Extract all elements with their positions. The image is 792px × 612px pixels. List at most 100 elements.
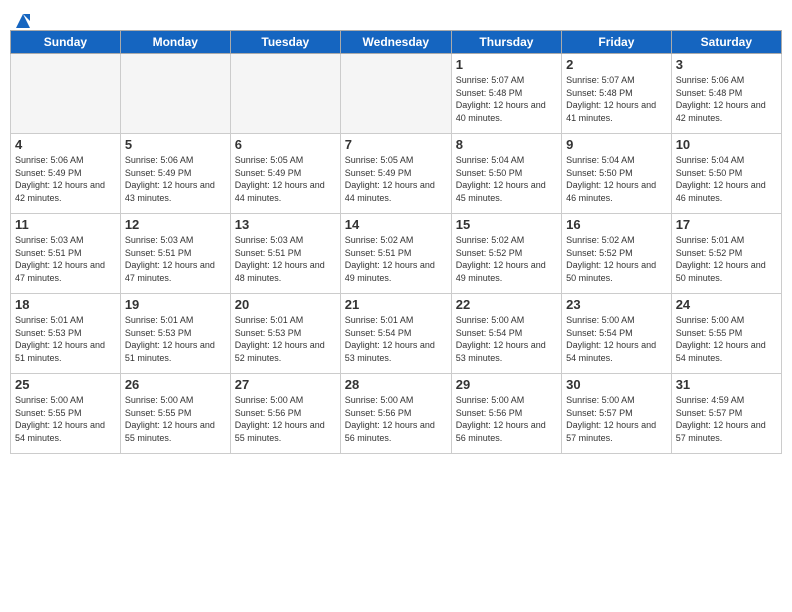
day-cell: 17 Sunrise: 5:01 AMSunset: 5:52 PMDayligh… xyxy=(671,214,781,294)
day-cell xyxy=(340,54,451,134)
day-number: 16 xyxy=(566,217,667,232)
day-info: Sunrise: 5:02 AMSunset: 5:52 PMDaylight:… xyxy=(566,234,667,284)
day-number: 20 xyxy=(235,297,336,312)
day-number: 14 xyxy=(345,217,447,232)
day-info: Sunrise: 5:00 AMSunset: 5:55 PMDaylight:… xyxy=(125,394,226,444)
day-info: Sunrise: 5:06 AMSunset: 5:49 PMDaylight:… xyxy=(15,154,116,204)
day-number: 15 xyxy=(456,217,557,232)
day-cell: 15 Sunrise: 5:02 AMSunset: 5:52 PMDayligh… xyxy=(451,214,561,294)
logo-icon xyxy=(12,10,34,32)
day-number: 17 xyxy=(676,217,777,232)
day-number: 25 xyxy=(15,377,116,392)
day-info: Sunrise: 5:00 AMSunset: 5:56 PMDaylight:… xyxy=(235,394,336,444)
day-number: 21 xyxy=(345,297,447,312)
header-wednesday: Wednesday xyxy=(340,31,451,54)
day-cell: 16 Sunrise: 5:02 AMSunset: 5:52 PMDayligh… xyxy=(562,214,672,294)
day-number: 13 xyxy=(235,217,336,232)
day-number: 26 xyxy=(125,377,226,392)
day-cell: 25Sunrise: 5:00 AMSunset: 5:55 PMDayligh… xyxy=(11,374,121,454)
day-cell: 22 Sunrise: 5:00 AMSunset: 5:54 PMDayligh… xyxy=(451,294,561,374)
day-cell: 20Sunrise: 5:01 AMSunset: 5:53 PMDayligh… xyxy=(230,294,340,374)
header-monday: Monday xyxy=(120,31,230,54)
day-cell: 4 Sunrise: 5:06 AMSunset: 5:49 PMDaylight… xyxy=(11,134,121,214)
day-info: Sunrise: 5:01 AMSunset: 5:54 PMDaylight:… xyxy=(345,314,447,364)
day-info: Sunrise: 5:05 AMSunset: 5:49 PMDaylight:… xyxy=(235,154,336,204)
day-cell: 24 Sunrise: 5:00 AMSunset: 5:55 PMDayligh… xyxy=(671,294,781,374)
day-number: 9 xyxy=(566,137,667,152)
day-info: Sunrise: 5:00 AMSunset: 5:54 PMDaylight:… xyxy=(566,314,667,364)
calendar-header-row: Sunday Monday Tuesday Wednesday Thursday… xyxy=(11,31,782,54)
day-number: 23 xyxy=(566,297,667,312)
day-number: 19 xyxy=(125,297,226,312)
day-cell: 28 Sunrise: 5:00 AMSunset: 5:56 PMDayligh… xyxy=(340,374,451,454)
day-info: Sunrise: 5:03 AMSunset: 5:51 PMDaylight:… xyxy=(125,234,226,284)
day-info: Sunrise: 5:01 AMSunset: 5:52 PMDaylight:… xyxy=(676,234,777,284)
day-info: Sunrise: 5:00 AMSunset: 5:54 PMDaylight:… xyxy=(456,314,557,364)
day-cell: 8Sunrise: 5:04 AMSunset: 5:50 PMDaylight… xyxy=(451,134,561,214)
day-info: Sunrise: 5:04 AMSunset: 5:50 PMDaylight:… xyxy=(566,154,667,204)
day-number: 7 xyxy=(345,137,447,152)
day-info: Sunrise: 5:07 AMSunset: 5:48 PMDaylight:… xyxy=(566,74,667,124)
day-info: Sunrise: 5:06 AMSunset: 5:49 PMDaylight:… xyxy=(125,154,226,204)
header-sunday: Sunday xyxy=(11,31,121,54)
day-cell: 6 Sunrise: 5:05 AMSunset: 5:49 PMDaylight… xyxy=(230,134,340,214)
day-info: Sunrise: 5:03 AMSunset: 5:51 PMDaylight:… xyxy=(15,234,116,284)
day-cell: 9 Sunrise: 5:04 AMSunset: 5:50 PMDaylight… xyxy=(562,134,672,214)
day-number: 22 xyxy=(456,297,557,312)
day-number: 1 xyxy=(456,57,557,72)
day-cell: 12 Sunrise: 5:03 AMSunset: 5:51 PMDayligh… xyxy=(120,214,230,294)
day-info: Sunrise: 5:00 AMSunset: 5:56 PMDaylight:… xyxy=(345,394,447,444)
header-saturday: Saturday xyxy=(671,31,781,54)
day-info: Sunrise: 5:05 AMSunset: 5:49 PMDaylight:… xyxy=(345,154,447,204)
day-number: 8 xyxy=(456,137,557,152)
day-number: 31 xyxy=(676,377,777,392)
day-cell: 27 Sunrise: 5:00 AMSunset: 5:56 PMDayligh… xyxy=(230,374,340,454)
day-number: 28 xyxy=(345,377,447,392)
day-number: 24 xyxy=(676,297,777,312)
day-number: 3 xyxy=(676,57,777,72)
day-info: Sunrise: 5:07 AMSunset: 5:48 PMDaylight:… xyxy=(456,74,557,124)
day-number: 27 xyxy=(235,377,336,392)
day-info: Sunrise: 5:00 AMSunset: 5:56 PMDaylight:… xyxy=(456,394,557,444)
day-info: Sunrise: 5:00 AMSunset: 5:57 PMDaylight:… xyxy=(566,394,667,444)
day-number: 10 xyxy=(676,137,777,152)
day-cell: 21 Sunrise: 5:01 AMSunset: 5:54 PMDayligh… xyxy=(340,294,451,374)
day-cell xyxy=(11,54,121,134)
header-tuesday: Tuesday xyxy=(230,31,340,54)
day-cell: 3 Sunrise: 5:06 AMSunset: 5:48 PMDaylight… xyxy=(671,54,781,134)
header-thursday: Thursday xyxy=(451,31,561,54)
week-row-1: 1 Sunrise: 5:07 AMSunset: 5:48 PMDaylight… xyxy=(11,54,782,134)
day-number: 4 xyxy=(15,137,116,152)
day-cell xyxy=(230,54,340,134)
day-cell: 2 Sunrise: 5:07 AMSunset: 5:48 PMDaylight… xyxy=(562,54,672,134)
week-row-2: 4 Sunrise: 5:06 AMSunset: 5:49 PMDaylight… xyxy=(11,134,782,214)
page: Sunday Monday Tuesday Wednesday Thursday… xyxy=(0,0,792,612)
day-cell: 10Sunrise: 5:04 AMSunset: 5:50 PMDayligh… xyxy=(671,134,781,214)
day-info: Sunrise: 4:59 AMSunset: 5:57 PMDaylight:… xyxy=(676,394,777,444)
day-number: 29 xyxy=(456,377,557,392)
day-info: Sunrise: 5:01 AMSunset: 5:53 PMDaylight:… xyxy=(125,314,226,364)
day-cell: 18Sunrise: 5:01 AMSunset: 5:53 PMDayligh… xyxy=(11,294,121,374)
day-number: 12 xyxy=(125,217,226,232)
day-info: Sunrise: 5:03 AMSunset: 5:51 PMDaylight:… xyxy=(235,234,336,284)
day-number: 6 xyxy=(235,137,336,152)
day-info: Sunrise: 5:06 AMSunset: 5:48 PMDaylight:… xyxy=(676,74,777,124)
day-cell: 26 Sunrise: 5:00 AMSunset: 5:55 PMDayligh… xyxy=(120,374,230,454)
day-info: Sunrise: 5:02 AMSunset: 5:51 PMDaylight:… xyxy=(345,234,447,284)
day-info: Sunrise: 5:01 AMSunset: 5:53 PMDaylight:… xyxy=(15,314,116,364)
day-number: 11 xyxy=(15,217,116,232)
day-info: Sunrise: 5:00 AMSunset: 5:55 PMDaylight:… xyxy=(676,314,777,364)
day-cell xyxy=(120,54,230,134)
logo xyxy=(10,10,34,22)
week-row-5: 25 Sunrise: 5:00 AMSunset: 5:55 PMDayligh… xyxy=(11,374,782,454)
day-info: Sunrise: 5:02 AMSunset: 5:52 PMDaylight:… xyxy=(456,234,557,284)
calendar-table: Sunday Monday Tuesday Wednesday Thursday… xyxy=(10,30,782,454)
header-friday: Friday xyxy=(562,31,672,54)
day-cell: 13 Sunrise: 5:03 AMSunset: 5:51 PMDayligh… xyxy=(230,214,340,294)
day-cell: 29 Sunrise: 5:00 AMSunset: 5:56 PMDayligh… xyxy=(451,374,561,454)
day-cell: 1 Sunrise: 5:07 AMSunset: 5:48 PMDaylight… xyxy=(451,54,561,134)
day-cell: 7 Sunrise: 5:05 AMSunset: 5:49 PMDaylight… xyxy=(340,134,451,214)
week-row-4: 18Sunrise: 5:01 AMSunset: 5:53 PMDayligh… xyxy=(11,294,782,374)
day-number: 2 xyxy=(566,57,667,72)
day-cell: 23 Sunrise: 5:00 AMSunset: 5:54 PMDayligh… xyxy=(562,294,672,374)
